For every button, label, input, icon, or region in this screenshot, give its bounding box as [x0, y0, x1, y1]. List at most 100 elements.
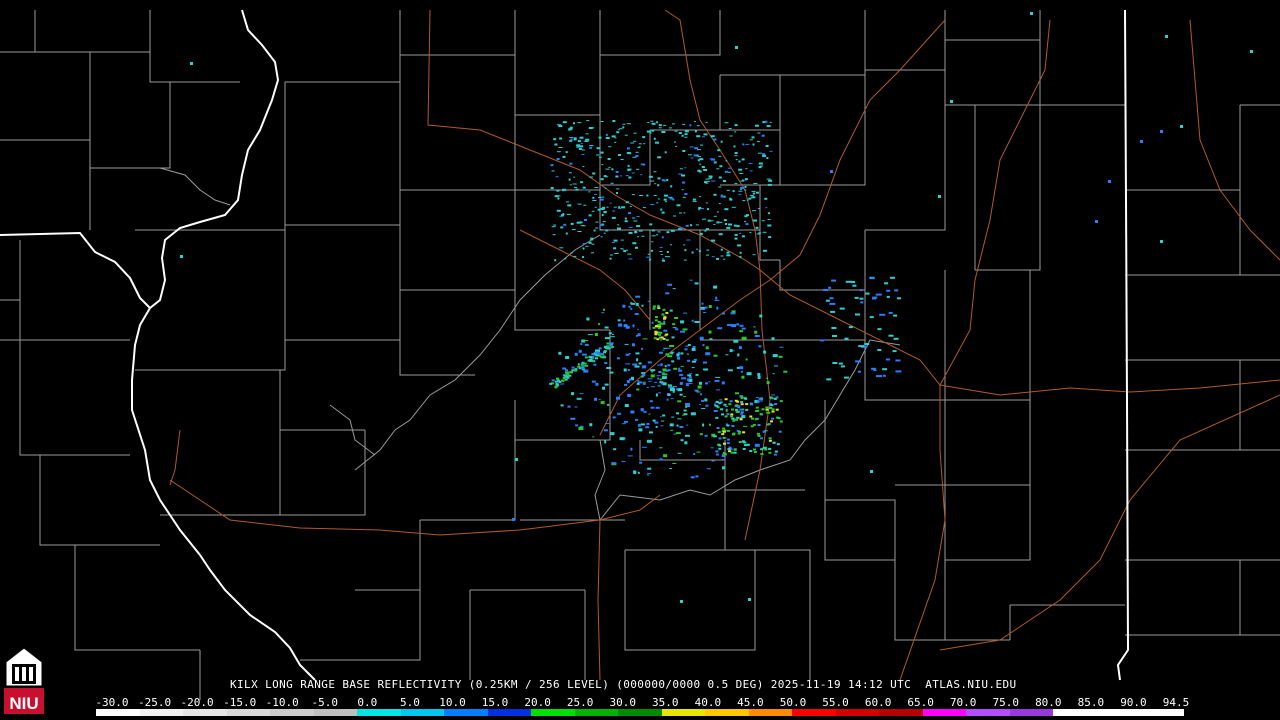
- echo-pixel: [705, 382, 708, 385]
- echo-pixel: [704, 229, 707, 232]
- echo-pixel: [830, 310, 836, 313]
- echo-pixel: [573, 122, 575, 125]
- echo-pixel: [605, 168, 610, 170]
- echo-pixel: [627, 455, 633, 457]
- echo-pixel: [879, 313, 886, 316]
- echo-pixel: [559, 137, 563, 140]
- echo-pixel: [586, 317, 590, 321]
- echo-pixel: [774, 450, 778, 453]
- echo-pixel: [752, 192, 755, 195]
- echo-pixel: [761, 220, 765, 222]
- echo-pixel: [720, 194, 723, 196]
- echo-pixel: [617, 319, 621, 322]
- echo-pixel: [832, 335, 837, 337]
- echo-pixel: [636, 225, 641, 228]
- echo-pixel: [584, 219, 587, 221]
- echo-pixel: [650, 406, 655, 409]
- echo-pixel: [632, 217, 636, 219]
- echo-pixel: [872, 297, 876, 300]
- echo-pixel: [709, 338, 713, 341]
- echo-pixel: [722, 430, 726, 433]
- echo-pixel: [634, 365, 640, 368]
- echo-pixel: [857, 370, 861, 373]
- echo-pixel: [778, 430, 782, 433]
- echo-pixel: [882, 368, 888, 371]
- echo-pixel: [687, 374, 692, 377]
- echo-pixel: [749, 195, 754, 197]
- echo-pixel: [700, 308, 706, 310]
- echo-pixel: [737, 244, 742, 247]
- echo-pixel: [721, 413, 725, 416]
- legend-tick-label: 75.0: [992, 696, 1020, 709]
- echo-pixel: [663, 124, 667, 126]
- echo-pixel: [751, 190, 756, 192]
- echo-pixel: [761, 134, 765, 137]
- echo-pixel: [657, 385, 661, 387]
- echo-pixel: [732, 190, 735, 193]
- colorbar-segment: [661, 709, 706, 716]
- echo-pixel: [694, 121, 696, 123]
- echo-pixel: [667, 369, 671, 372]
- echo-pixel: [569, 137, 574, 139]
- echo-pixel: [556, 377, 559, 380]
- echo-pixel: [748, 197, 752, 200]
- echo-pixel: [715, 453, 719, 456]
- echo-pixel: [722, 452, 726, 454]
- echo-pixel: [655, 141, 659, 144]
- echo-pixel: [664, 151, 667, 154]
- echo-pixel: [657, 364, 663, 366]
- echo-pixel: [839, 307, 845, 310]
- echo-pixel: [570, 417, 576, 420]
- echo-pixel: [571, 229, 576, 231]
- echo-pixel: [659, 378, 662, 381]
- echo-pixel: [688, 376, 692, 379]
- echo-pixel: [753, 326, 756, 328]
- echo-pixel: [663, 198, 667, 201]
- echo-pixel: [762, 121, 766, 124]
- echo-pixel: [609, 202, 612, 204]
- echo-pixel: [783, 370, 788, 373]
- echo-pixel: [725, 160, 728, 162]
- echo-pixel: [666, 231, 670, 234]
- echo-pixel: [631, 376, 634, 380]
- echo-pixel: [751, 136, 755, 139]
- echo-pixel: [694, 130, 697, 133]
- echo-pixel: [687, 378, 690, 382]
- echo-pixel: [553, 224, 557, 226]
- legend-tick-label: 70.0: [949, 696, 977, 709]
- echo-pixel: [617, 227, 621, 230]
- echo-pixel: [647, 300, 650, 302]
- echo-pixel: [723, 403, 727, 406]
- echo-pixel: [600, 121, 604, 122]
- echo-pixel: [760, 453, 764, 455]
- echo-pixel: [765, 408, 769, 411]
- echo-pixel: [740, 411, 744, 414]
- echo-pixel: [698, 250, 701, 253]
- echo-pixel: [655, 393, 658, 397]
- echo-pixel: [684, 167, 687, 169]
- echo-pixel: [724, 208, 729, 211]
- echo-pixel: [1108, 180, 1111, 183]
- echo-pixel: [611, 242, 615, 244]
- echo-pixel: [692, 198, 696, 201]
- echo-pixel: [680, 366, 684, 367]
- echo-pixel: [598, 156, 602, 158]
- echo-pixel: [673, 367, 678, 370]
- echo-pixel: [589, 145, 594, 146]
- echo-pixel: [609, 371, 614, 374]
- echo-pixel: [732, 433, 735, 436]
- echo-pixel: [649, 431, 653, 434]
- colorbar-segment: [748, 709, 793, 716]
- echo-pixel: [611, 462, 617, 465]
- echo-pixel: [604, 187, 607, 189]
- echo-pixel: [757, 434, 761, 437]
- echo-pixel: [701, 302, 704, 305]
- echo-pixel: [605, 133, 608, 136]
- echo-pixel: [738, 168, 743, 171]
- echo-pixel: [558, 147, 563, 148]
- echo-pixel: [630, 307, 633, 310]
- echo-pixel: [884, 282, 889, 285]
- echo-pixel: [711, 180, 716, 182]
- echo-pixel: [717, 431, 721, 434]
- echo-pixel: [661, 236, 664, 239]
